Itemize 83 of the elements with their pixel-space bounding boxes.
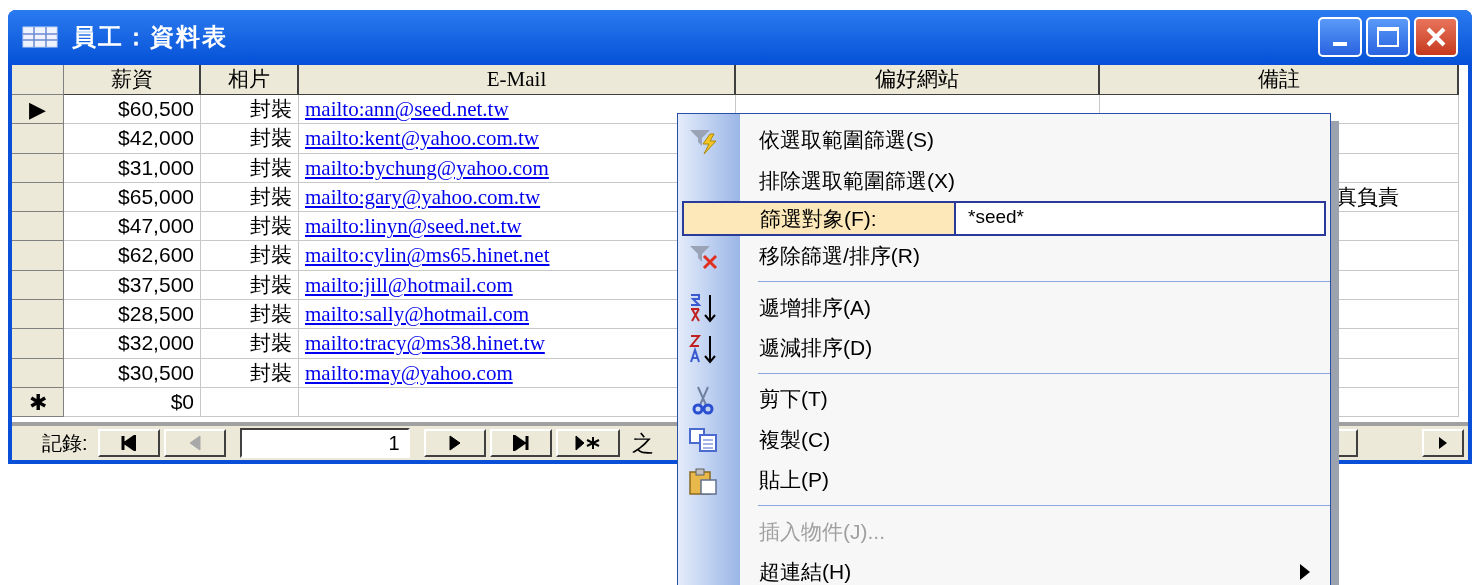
table-cell: $32,000 <box>64 329 201 359</box>
table-cell: $28,500 <box>64 300 201 330</box>
last-record-icon <box>512 435 529 451</box>
email-link[interactable]: mailto:may@yahoo.com <box>305 360 513 385</box>
clipboard-icon <box>688 465 718 496</box>
column-header[interactable]: E-Mail <box>299 65 736 95</box>
menu-item[interactable]: 遞減排序(D) <box>740 327 1330 368</box>
filter-input[interactable]: *seed* <box>954 202 1324 234</box>
sort-ascending-icon <box>688 293 718 324</box>
menu-item[interactable]: 遞增排序(A) <box>740 287 1330 328</box>
table-cell: 封裝 <box>201 300 299 330</box>
table-cell: $37,500 <box>64 270 201 301</box>
row-selector[interactable] <box>12 212 64 242</box>
row-selector[interactable] <box>12 241 64 271</box>
menu-label: 篩選對象(F): <box>759 205 878 232</box>
email-link[interactable]: mailto:cylin@ms65.hinet.net <box>305 243 550 268</box>
column-header[interactable]: 薪資 <box>64 65 201 95</box>
row-selector[interactable]: ▶ <box>12 95 64 125</box>
menu-item[interactable]: 貼上(P) <box>740 459 1330 501</box>
table-cell: $65,000 <box>64 182 201 213</box>
row-selector[interactable] <box>12 270 64 301</box>
minimize-icon <box>1333 41 1347 46</box>
table-icon <box>22 25 58 48</box>
row-selector[interactable] <box>12 358 64 388</box>
table-cell: 封裝 <box>201 329 299 359</box>
next-record-icon <box>448 435 461 451</box>
new-record-button[interactable] <box>555 429 620 457</box>
table-cell: $30,500 <box>64 358 201 388</box>
table-cell: 封裝 <box>201 241 299 271</box>
first-record-button[interactable] <box>97 429 160 457</box>
email-link[interactable]: mailto:linyn@seed.net.tw <box>305 214 522 239</box>
table-cell: $60,500 <box>64 95 201 125</box>
column-header[interactable]: 備註 <box>1100 65 1459 95</box>
window-title: 員工：資料表 <box>72 21 228 52</box>
email-link[interactable]: mailto:sally@hotmail.com <box>305 302 530 327</box>
menu-item[interactable]: 超連結(H) <box>740 551 1330 585</box>
menu-item[interactable]: 依選取範圍篩選(S) <box>740 120 1330 161</box>
record-number-field[interactable]: 1 <box>239 428 410 458</box>
sort-descending-icon <box>688 333 718 364</box>
close-icon <box>1425 25 1447 48</box>
row-selector[interactable] <box>12 124 64 154</box>
filter-by-row[interactable]: 篩選對象(F): *seed* <box>682 200 1326 236</box>
table-cell: 封裝 <box>201 95 299 125</box>
record-label: 記錄: <box>42 431 88 456</box>
table-cell: 封裝 <box>201 153 299 183</box>
table-cell: $47,000 <box>64 212 201 242</box>
next-record-button[interactable] <box>423 429 486 457</box>
row-selector[interactable] <box>12 182 64 213</box>
maximize-button[interactable] <box>1366 16 1410 57</box>
email-link[interactable]: mailto:ann@seed.net.tw <box>305 97 509 121</box>
scroll-right-button[interactable] <box>1422 429 1464 457</box>
table-cell: 封裝 <box>201 270 299 301</box>
row-selector[interactable] <box>12 329 64 359</box>
table-cell: $42,000 <box>64 124 201 154</box>
row-selector[interactable] <box>12 300 64 330</box>
row-selector[interactable]: ✱ <box>12 387 64 418</box>
email-link[interactable]: mailto:kent@yahoo.com.tw <box>305 126 539 151</box>
table-cell: $31,000 <box>64 153 201 183</box>
record-count-text: 之 <box>631 429 654 458</box>
row-selector[interactable] <box>12 153 64 183</box>
minimize-button[interactable] <box>1318 16 1362 57</box>
column-header[interactable]: 偏好網站 <box>736 65 1100 95</box>
menu-item[interactable]: 複製(C) <box>740 419 1330 460</box>
table-cell: 封裝 <box>201 358 299 388</box>
menu-item[interactable]: 剪下(T) <box>740 378 1330 420</box>
table-cell: 封裝 <box>201 182 299 213</box>
previous-record-icon <box>188 435 201 451</box>
row-selector-header <box>12 65 64 95</box>
table-cell: 封裝 <box>201 212 299 242</box>
email-link[interactable]: mailto:gary@yahoo.com.tw <box>305 184 541 209</box>
close-button[interactable] <box>1414 16 1458 57</box>
email-link[interactable]: mailto:tracy@ms38.hinet.tw <box>305 331 545 356</box>
new-record-icon <box>575 435 601 451</box>
first-record-icon <box>121 435 137 451</box>
scroll-right-icon <box>1438 436 1448 450</box>
table-cell: $62,600 <box>64 241 201 271</box>
email-link[interactable]: mailto:bychung@yahoo.com <box>305 155 549 180</box>
column-header[interactable]: 相片 <box>201 65 299 95</box>
maximize-icon <box>1377 26 1399 47</box>
last-record-button[interactable] <box>489 429 552 457</box>
menu-item[interactable]: 移除篩選/排序(R) <box>740 235 1330 277</box>
table-cell: 封裝 <box>201 124 299 154</box>
email-link[interactable]: mailto:jill@hotmail.com <box>305 272 513 297</box>
